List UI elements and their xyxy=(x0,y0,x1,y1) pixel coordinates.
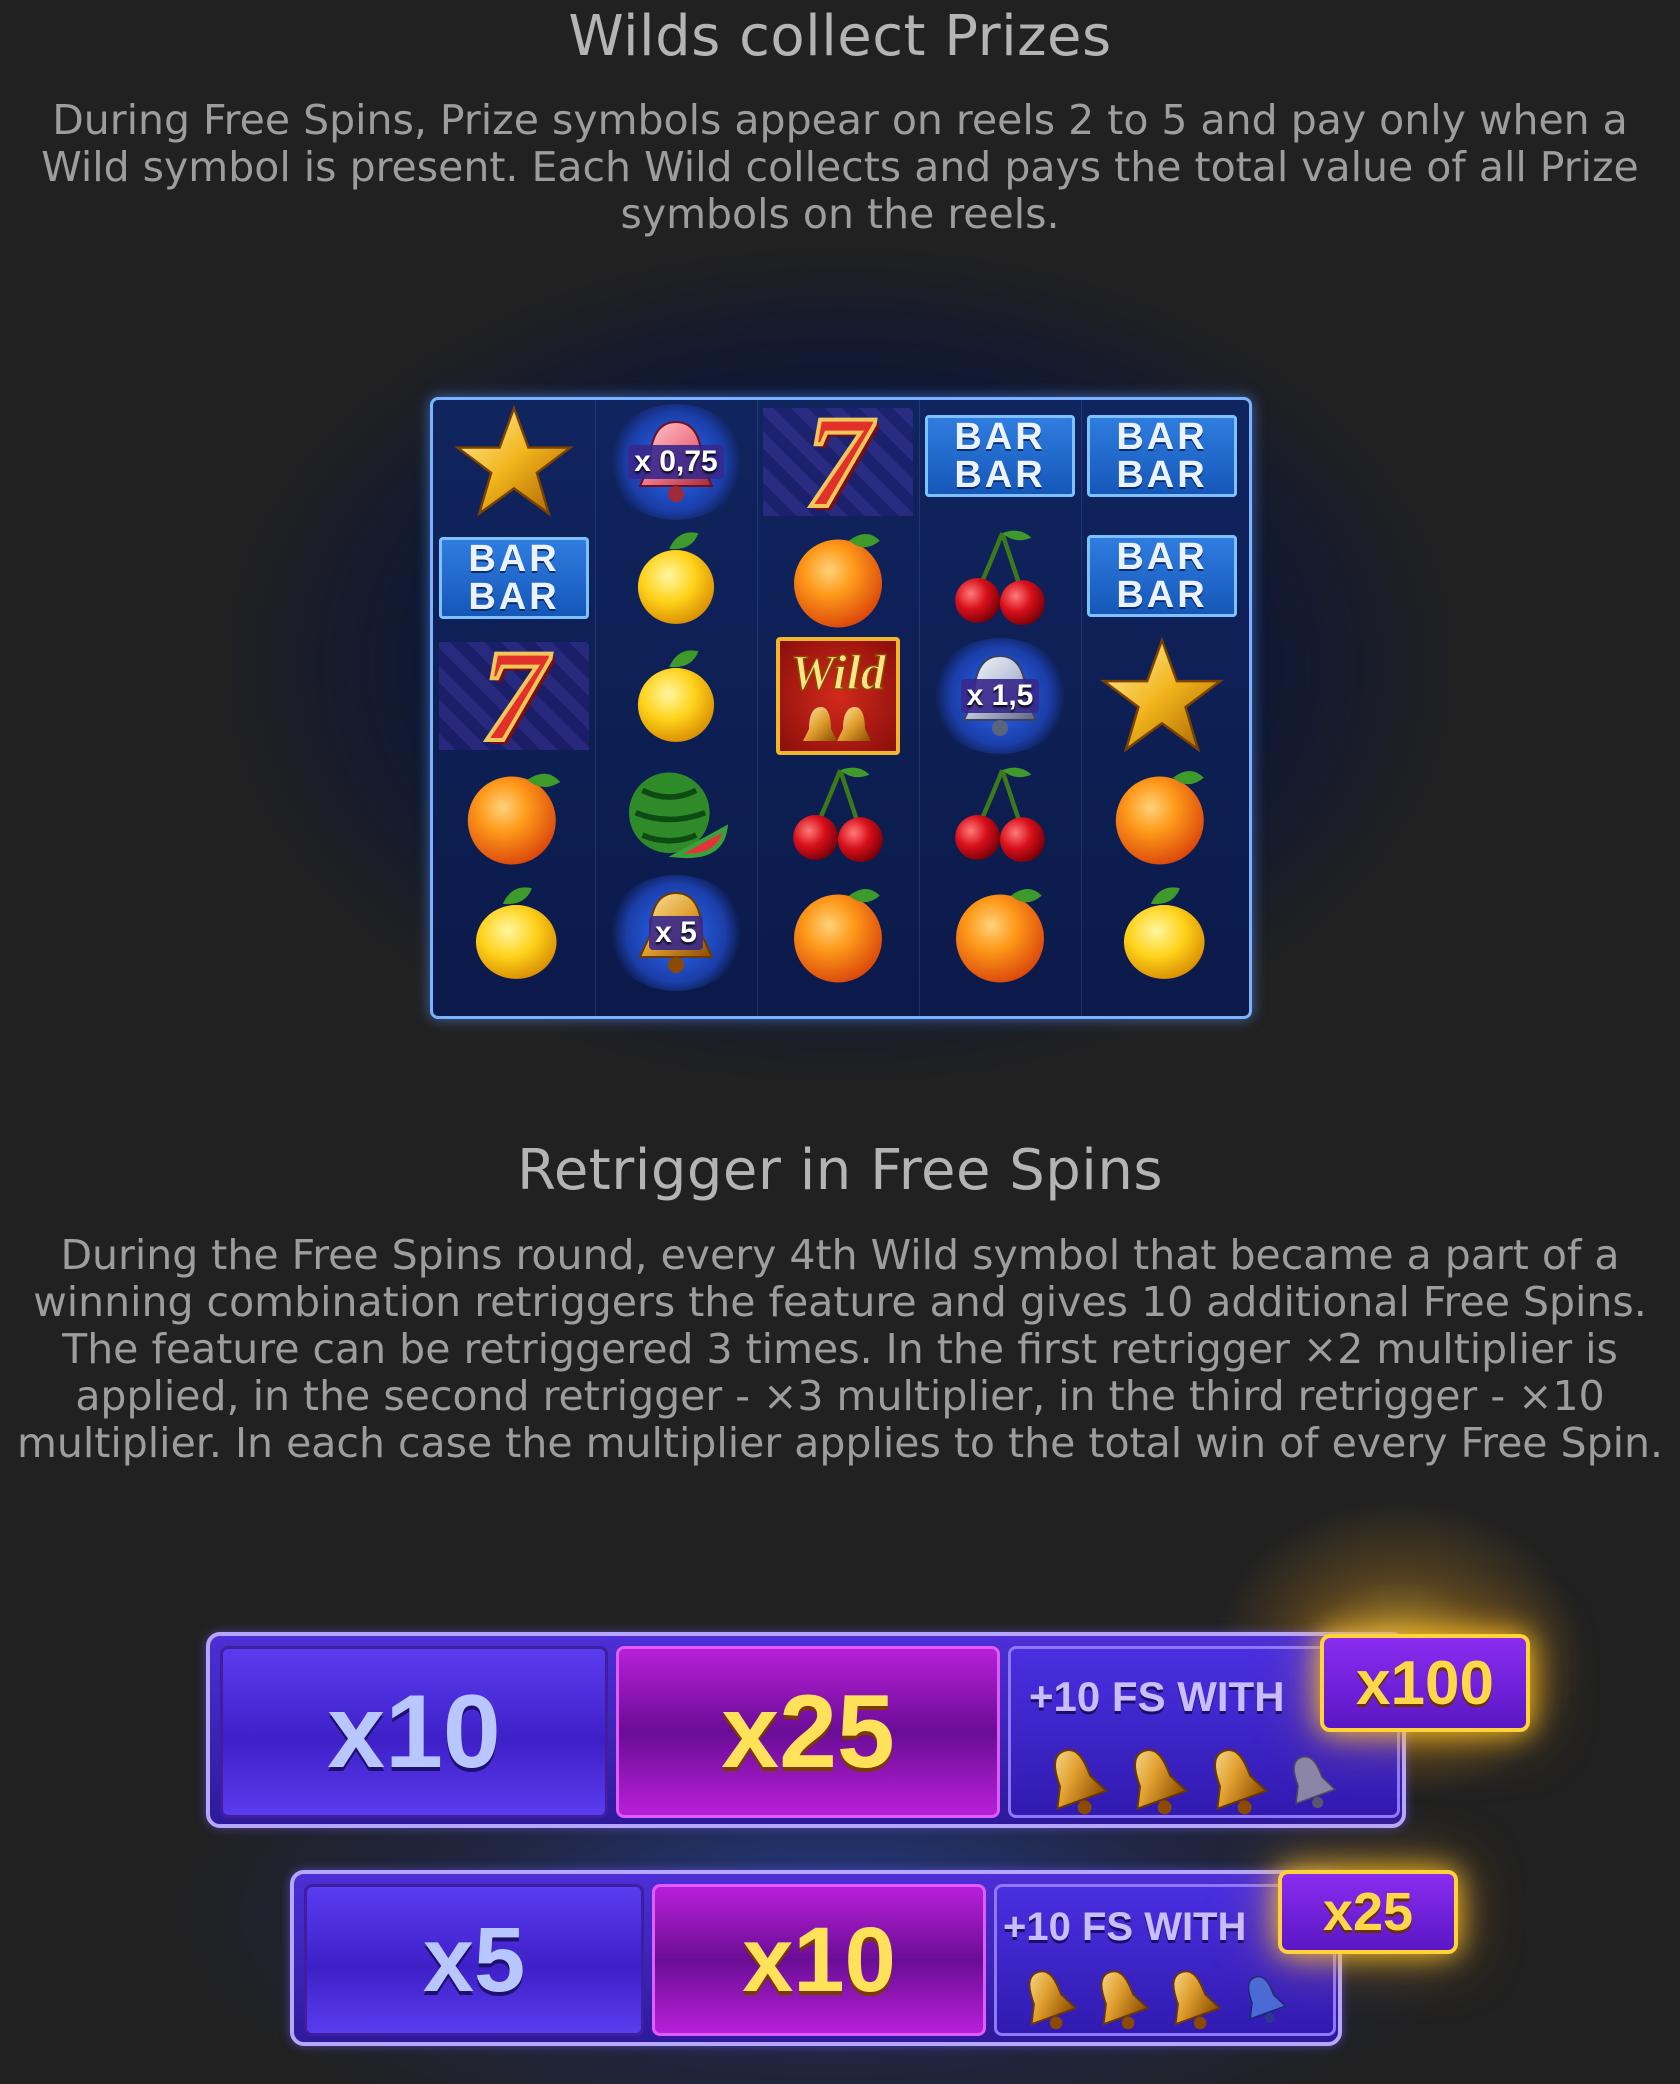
bar-symbol: BAR BAR xyxy=(433,518,595,638)
bar-label: BAR xyxy=(954,416,1046,458)
bar-label: BAR xyxy=(1116,574,1208,616)
multiplier-value: x5 xyxy=(422,1908,526,2011)
fs-label: +10 FS WITH xyxy=(1003,1905,1247,1949)
orange-icon xyxy=(757,873,919,993)
lemon-icon xyxy=(433,873,595,993)
prize-bell: x 5 xyxy=(595,873,757,993)
multiplier-value: x10 xyxy=(742,1908,896,2011)
reel-2: x 0,75 x 5 xyxy=(595,400,758,1016)
bar-label: BAR xyxy=(468,538,560,580)
orange-icon xyxy=(433,755,595,875)
badge-value: x100 xyxy=(1356,1648,1494,1718)
reel-4: BAR BAR x 1,5 xyxy=(919,400,1082,1016)
cherry-icon xyxy=(919,755,1081,875)
section-title-wilds: Wilds collect Prizes xyxy=(568,4,1112,69)
orange-icon xyxy=(1081,755,1243,875)
section-title-retrigger: Retrigger in Free Spins xyxy=(516,1138,1164,1203)
lemon-icon xyxy=(595,518,757,638)
multiplier-badge: x25 xyxy=(1278,1870,1458,1954)
multiplier-box: x10 xyxy=(220,1646,608,1818)
multiplier-panel-1: x10 x25 +10 FS WITH xyxy=(206,1632,1406,1828)
bar-symbol: BAR BAR xyxy=(1081,402,1243,510)
orange-icon xyxy=(919,873,1081,993)
bar-label: BAR xyxy=(468,576,560,618)
section-text-wilds: During Free Spins, Prize symbols appear … xyxy=(41,96,1639,238)
bar-label: BAR xyxy=(1116,454,1208,496)
prize-value: x 5 xyxy=(649,916,703,950)
bar-label: BAR xyxy=(954,454,1046,496)
cherry-icon xyxy=(919,518,1081,638)
reel-5: BAR BAR BAR BAR xyxy=(1081,400,1243,1016)
multiplier-panel-2: x5 x10 +10 FS WITH xyxy=(290,1870,1342,2046)
watermelon-icon xyxy=(595,755,757,875)
reel-grid: BAR BAR 7 x 0,75 x 5 7 Wild BAR BAR x 1,… xyxy=(430,397,1252,1019)
bell-row xyxy=(1031,1739,1351,1819)
multiplier-box: x5 xyxy=(304,1884,644,2036)
multiplier-box: x25 xyxy=(616,1646,1000,1818)
bar-label: BAR xyxy=(1116,536,1208,578)
badge-value: x25 xyxy=(1322,1882,1414,1942)
bell-row xyxy=(1011,1963,1301,2035)
seven-symbol: 7 xyxy=(757,400,919,530)
multiplier-value: x25 xyxy=(721,1673,895,1790)
orange-icon xyxy=(757,518,919,638)
cherry-icon xyxy=(757,755,919,875)
reel-1: BAR BAR 7 xyxy=(433,400,596,1016)
prize-bell: x 1,5 xyxy=(919,636,1081,756)
lemon-icon xyxy=(1081,873,1243,993)
reel-3: 7 Wild xyxy=(757,400,920,1016)
bells-icon xyxy=(1054,1749,1337,1815)
bar-label: BAR xyxy=(1116,416,1208,458)
prize-value: x 0,75 xyxy=(628,445,724,479)
seven-symbol: 7 xyxy=(433,628,595,764)
bells-icon xyxy=(1028,1970,1287,2030)
bar-symbol: BAR BAR xyxy=(919,402,1081,510)
star-icon xyxy=(433,402,595,522)
lemon-icon xyxy=(595,636,757,756)
multiplier-badge: x100 xyxy=(1320,1634,1530,1732)
fs-label: +10 FS WITH xyxy=(1029,1673,1285,1720)
star-icon xyxy=(1081,636,1243,756)
bells-icon xyxy=(803,707,871,741)
multiplier-box: x10 xyxy=(652,1884,986,2036)
wild-label: Wild xyxy=(790,643,887,701)
prize-value: x 1,5 xyxy=(960,679,1040,713)
wild-symbol: Wild xyxy=(757,636,919,756)
multiplier-value: x10 xyxy=(327,1673,501,1790)
bar-symbol: BAR BAR xyxy=(1081,516,1243,636)
section-text-retrigger: During the Free Spins round, every 4th W… xyxy=(16,1231,1664,1467)
prize-bell: x 0,75 xyxy=(595,402,757,522)
